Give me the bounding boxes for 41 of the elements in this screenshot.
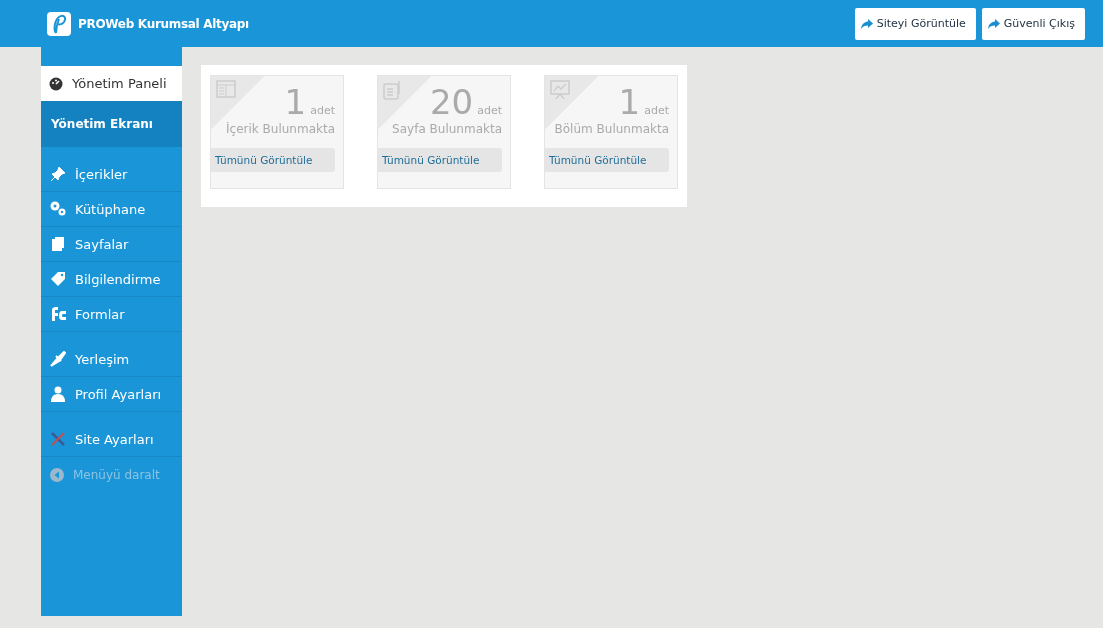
dashboard-icon xyxy=(49,76,63,91)
presentation-chart-icon xyxy=(550,80,570,100)
view-all-link[interactable]: Tümünü Görüntüle xyxy=(211,148,335,172)
count: 1 xyxy=(284,84,307,120)
back-icon xyxy=(50,467,64,482)
layout-icon xyxy=(216,80,236,98)
unit-label: adet xyxy=(310,104,335,117)
share-arrow-icon xyxy=(987,18,1000,29)
card-caption: Sayfa Bulunmakta xyxy=(392,122,502,136)
view-all-link[interactable]: Tümünü Görüntüle xyxy=(545,148,669,172)
section-heading: Yönetim Ekranı xyxy=(41,101,182,147)
sidebar-item[interactable]: Formlar xyxy=(41,297,182,332)
share-arrow-icon xyxy=(860,18,873,29)
sidebar-item[interactable]: Sayfalar xyxy=(41,227,182,262)
count: 20 xyxy=(429,84,474,120)
app-title: PROWeb Kurumsal Altyapı xyxy=(78,16,249,31)
view-all-link[interactable]: Tümünü Görüntüle xyxy=(378,148,502,172)
sidebar-item[interactable]: İçerikler xyxy=(41,157,182,192)
sidebar-item[interactable]: Profil Ayarları xyxy=(41,377,182,412)
pin-icon xyxy=(50,166,66,182)
sidebar-item[interactable]: Kütüphane xyxy=(41,192,182,227)
unit-label: adet xyxy=(644,104,669,117)
card-caption: Bölüm Bulunmakta xyxy=(554,122,669,136)
sidebar-item[interactable]: Bilgilendirme xyxy=(41,262,182,297)
logo-icon xyxy=(47,11,71,36)
tools-icon xyxy=(50,431,66,447)
pages-icon xyxy=(50,236,66,252)
gears-icon xyxy=(50,201,66,217)
unit-label: adet xyxy=(477,104,502,117)
user-icon xyxy=(50,386,66,402)
sidebar-item[interactable]: Site Ayarları xyxy=(41,422,182,457)
card-caption: İçerik Bulunmakta xyxy=(226,122,335,136)
header-button[interactable]: Güvenli Çıkış xyxy=(981,7,1085,40)
sidebar-item[interactable]: Yönetim Paneli xyxy=(41,66,182,101)
header-button[interactable]: Siteyi Görüntüle xyxy=(854,7,976,40)
document-pen-icon xyxy=(383,80,403,100)
tag-icon xyxy=(50,271,66,287)
count: 1 xyxy=(618,84,641,120)
brush-icon xyxy=(50,351,66,367)
forms-icon xyxy=(50,306,66,322)
sidebar-item[interactable]: Yerleşim xyxy=(41,342,182,377)
